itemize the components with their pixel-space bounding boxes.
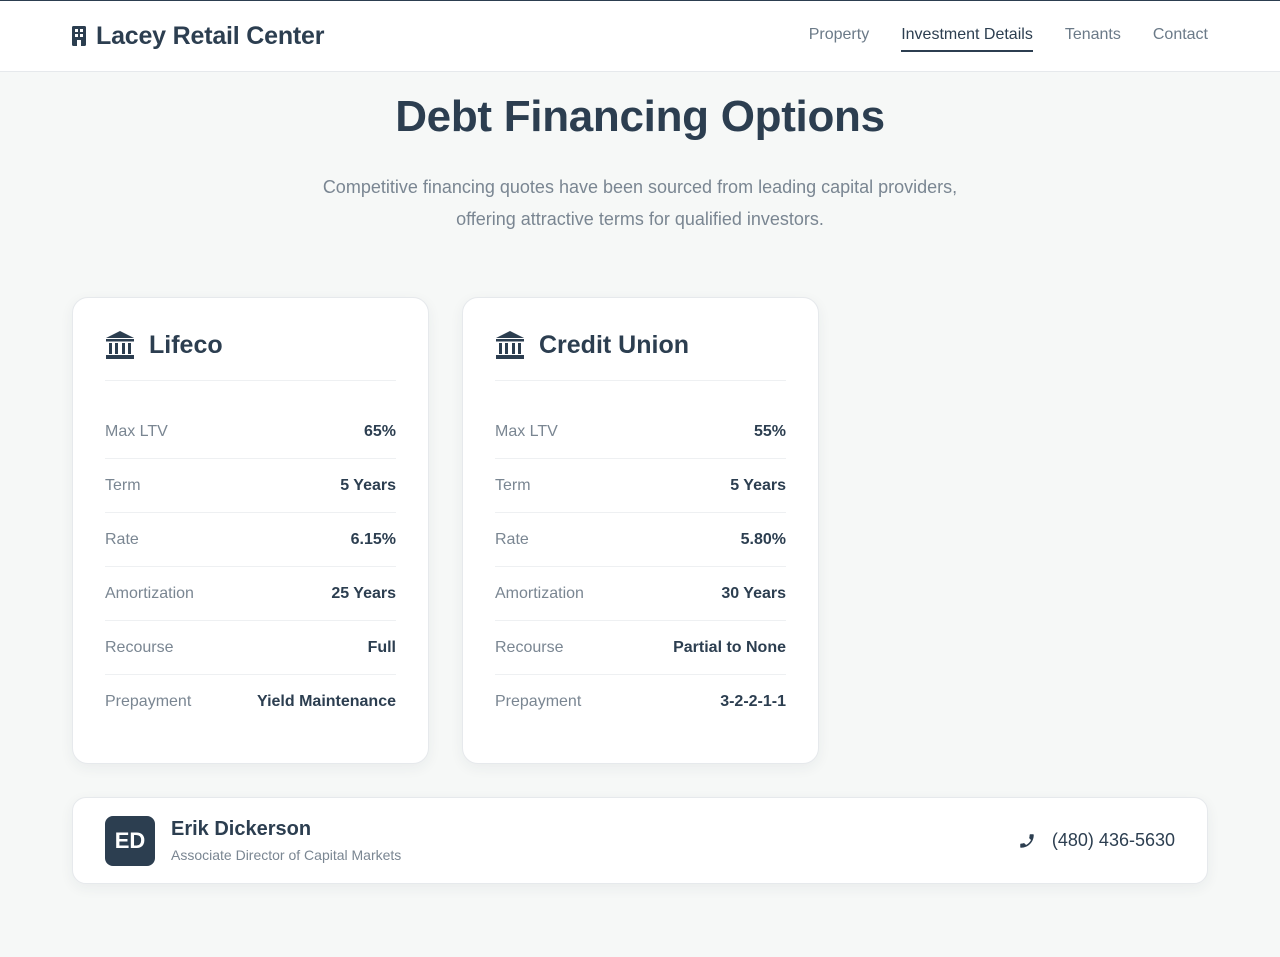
term-label: Prepayment [495,693,582,710]
term-value: 25 Years [331,584,396,602]
term-value: Partial to None [673,638,786,656]
term-value: 5 Years [340,476,396,494]
subtitle-line-1: Competitive financing quotes have been s… [322,177,958,197]
term-row-amortization: Amortization 25 Years [105,567,396,621]
term-value: 3-2-2-1-1 [720,693,786,710]
term-row-term: Term 5 Years [495,459,786,513]
lender-card-lifeco: Lifeco Max LTV 65% Term 5 Years Rate 6.1… [72,297,429,764]
term-value: 5 Years [730,476,786,494]
term-value: 6.15% [350,530,396,548]
nav-link-contact[interactable]: Contact [1153,20,1208,52]
term-row-prepayment: Prepayment 3-2-2-1-1 [495,675,786,729]
term-value: Yield Maintenance [257,693,396,710]
subtitle-line-2: offering attractive terms for qualified … [456,209,824,229]
site-header: Lacey Retail Center Property Investment … [0,1,1280,72]
contact-phone[interactable]: (480) 436-5630 [1018,830,1175,851]
term-label: Amortization [105,584,194,602]
brand[interactable]: Lacey Retail Center [72,22,324,51]
contact-card: ED Erik Dickerson Associate Director of … [72,797,1208,884]
term-label: Amortization [495,584,584,602]
term-row-prepayment: Prepayment Yield Maintenance [105,675,396,729]
term-label: Recourse [495,638,564,656]
term-label: Max LTV [495,422,558,440]
card-header: Credit Union [495,330,786,381]
phone-icon [1018,832,1036,850]
contact-details: Erik Dickerson Associate Director of Cap… [171,818,401,863]
brand-title: Lacey Retail Center [96,21,325,50]
bank-icon [495,330,525,360]
lender-card-credit-union: Credit Union Max LTV 55% Term 5 Years Ra… [462,297,819,764]
term-value: 55% [753,422,786,440]
terms-list: Max LTV 65% Term 5 Years Rate 6.15% Amor… [105,405,396,729]
term-row-max-ltv: Max LTV 55% [495,405,786,459]
term-value: 30 Years [721,584,786,602]
terms-list: Max LTV 55% Term 5 Years Rate 5.80% Amor… [495,405,786,729]
nav-link-tenants[interactable]: Tenants [1065,20,1121,52]
nav-link-property[interactable]: Property [809,20,869,52]
term-label: Max LTV [105,422,168,440]
term-label: Term [495,476,531,494]
term-value: Full [367,638,396,656]
term-row-amortization: Amortization 30 Years [495,567,786,621]
term-label: Term [105,476,141,494]
card-header: Lifeco [105,330,396,381]
lender-name: Lifeco [149,330,223,359]
term-row-recourse: Recourse Partial to None [495,621,786,675]
term-label: Rate [105,530,139,548]
term-value: 65% [363,422,396,440]
term-label: Rate [495,530,529,548]
term-value: 5.80% [740,530,786,548]
term-row-recourse: Recourse Full [105,621,396,675]
contact-role: Associate Director of Capital Markets [171,847,402,863]
term-label: Prepayment [105,693,192,710]
page-subtitle: Competitive financing quotes have been s… [280,171,1000,235]
bank-icon [105,330,135,360]
term-row-term: Term 5 Years [105,459,396,513]
term-row-rate: Rate 6.15% [105,513,396,567]
contact-name: Erik Dickerson [171,818,312,840]
lender-cards: Lifeco Max LTV 65% Term 5 Years Rate 6.1… [0,297,1280,764]
avatar: ED [105,815,155,866]
lender-name: Credit Union [539,330,689,359]
phone-number[interactable]: (480) 436-5630 [1052,830,1175,851]
contact-person: ED Erik Dickerson Associate Director of … [105,815,401,866]
main-content: Debt Financing Options Competitive finan… [0,92,1280,884]
term-row-rate: Rate 5.80% [495,513,786,567]
term-label: Recourse [105,638,174,656]
building-icon [72,26,88,46]
term-row-max-ltv: Max LTV 65% [105,405,396,459]
page-title: Debt Financing Options [395,92,885,141]
main-nav: Property Investment Details Tenants Cont… [809,20,1208,52]
nav-link-investment-details[interactable]: Investment Details [901,20,1033,52]
